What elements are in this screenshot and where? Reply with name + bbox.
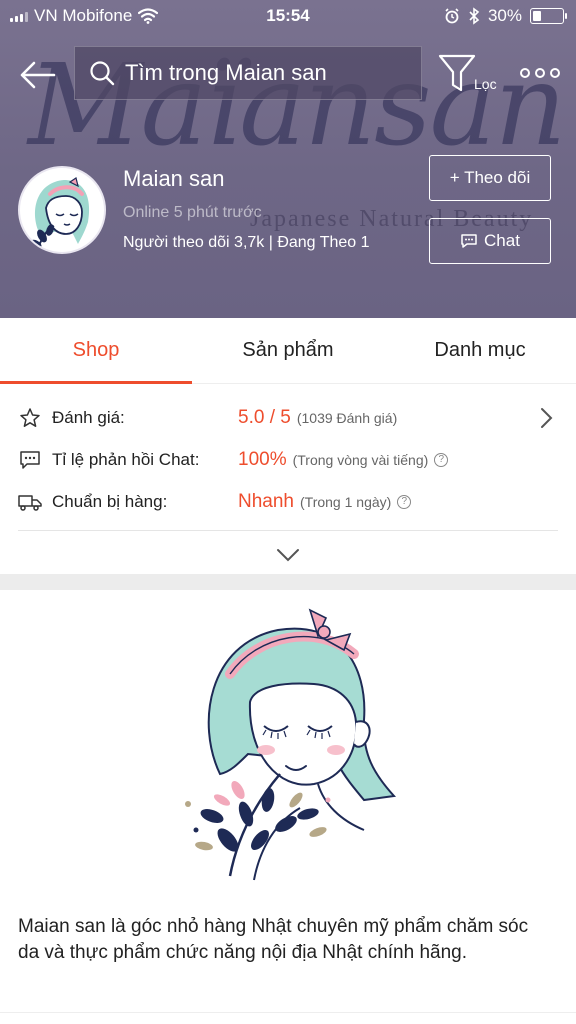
shop-avatar[interactable] — [18, 166, 106, 254]
filter-icon — [438, 54, 476, 92]
chat-response-label: Tỉ lệ phản hồi Chat: — [52, 450, 200, 469]
section-divider — [0, 574, 576, 590]
chat-button[interactable]: Chat — [429, 218, 551, 264]
dot-icon — [520, 68, 530, 78]
chat-response-value: 100% — [238, 449, 287, 470]
chat-button-label: Chat — [484, 231, 520, 250]
search-placeholder: Tìm trong Maian san — [125, 60, 327, 85]
preparation-row: Chuẩn bị hàng: Nhanh (Trong 1 ngày) ? — [18, 482, 558, 522]
follow-button-label: + Theo dõi — [449, 168, 531, 187]
chevron-down-icon[interactable] — [274, 546, 302, 564]
more-options-button[interactable] — [520, 62, 562, 84]
rating-row[interactable]: Đánh giá: 5.0 / 5 (1039 Đánh giá) — [18, 398, 558, 438]
help-icon[interactable]: ? — [397, 495, 412, 509]
search-icon — [90, 61, 115, 86]
star-icon — [18, 406, 42, 430]
chat-icon — [18, 448, 42, 472]
chat-response-note: (Trong vòng vài tiếng) — [292, 452, 429, 468]
chat-response-row: Tỉ lệ phản hồi Chat: 100% (Trong vòng và… — [18, 440, 558, 480]
rating-label: Đánh giá: — [52, 408, 125, 427]
avatar-logo-icon — [30, 177, 90, 249]
truck-icon — [18, 490, 42, 514]
filter-button[interactable]: Lọc — [438, 52, 502, 102]
preparation-label: Chuẩn bị hàng: — [52, 492, 168, 511]
bluetooth-icon — [469, 7, 480, 25]
dot-icon — [535, 68, 545, 78]
shop-stats: Đánh giá: 5.0 / 5 (1039 Đánh giá) Tỉ lệ … — [0, 386, 576, 574]
preparation-value: Nhanh — [238, 491, 294, 512]
shop-tabs: Shop Sản phẩm Danh mục — [0, 318, 576, 384]
battery-icon — [530, 8, 567, 24]
divider — [18, 530, 558, 531]
follow-button[interactable]: + Theo dõi — [429, 155, 551, 201]
tab-categories[interactable]: Danh mục — [384, 318, 576, 383]
chevron-right-icon — [541, 408, 553, 428]
battery-fill — [533, 11, 542, 21]
dot-icon — [550, 68, 560, 78]
shop-description: Maian san là góc nhỏ hàng Nhật chuyên mỹ… — [18, 916, 529, 963]
online-status: Online 5 phút trước — [123, 204, 262, 221]
tab-shop[interactable]: Shop — [0, 318, 192, 384]
status-bar: VN Mobifone 15:54 30% — [0, 0, 576, 34]
help-icon[interactable]: ? — [434, 453, 449, 467]
divider — [0, 1012, 576, 1013]
alarm-icon — [445, 8, 459, 24]
rating-value: 5.0 / 5 — [238, 407, 291, 428]
chat-bubble-icon — [461, 234, 477, 248]
rating-count: (1039 Đánh giá) — [296, 410, 398, 426]
arrow-left-icon — [20, 61, 56, 89]
shop-header: Maïansan Japanese Natural Beauty VN Mobi… — [0, 0, 576, 318]
follow-stats: Người theo dõi 3,7k | Đang Theo 1 — [123, 234, 370, 251]
preparation-note: (Trong 1 ngày) — [300, 494, 392, 510]
back-button[interactable] — [18, 56, 58, 96]
shop-logo-illustration — [185, 608, 397, 881]
tab-products[interactable]: Sản phẩm — [192, 318, 384, 383]
filter-label: Lọc — [474, 76, 497, 92]
battery-percent: 30% — [487, 6, 522, 25]
shop-name: Maian san — [123, 166, 225, 191]
search-input[interactable]: Tìm trong Maian san — [74, 46, 422, 100]
